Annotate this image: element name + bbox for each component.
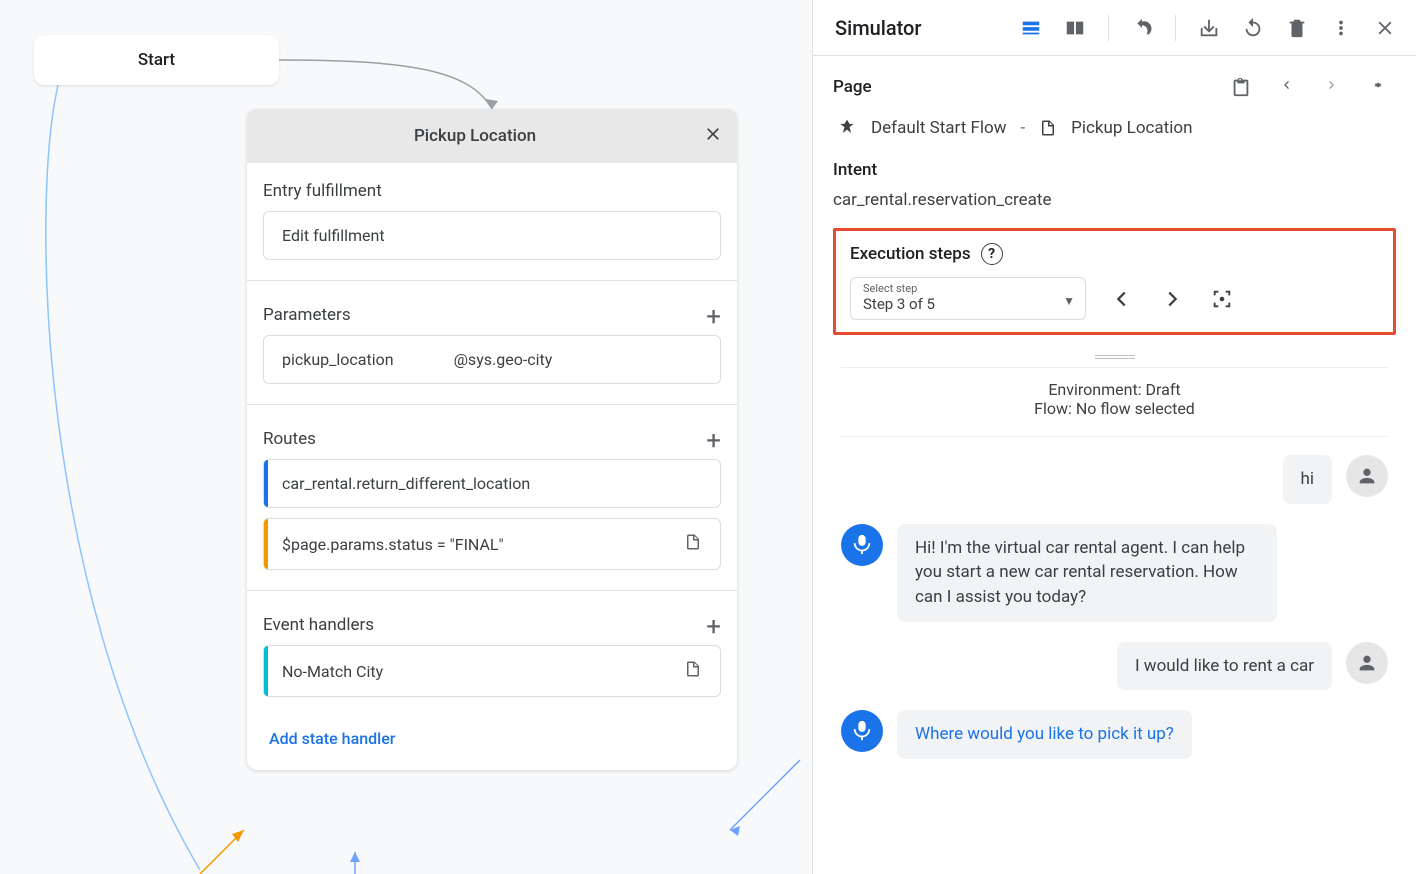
- close-simulator-icon[interactable]: [1368, 11, 1402, 45]
- page-transition-icon: [684, 660, 702, 682]
- prev-page-icon[interactable]: [1268, 73, 1304, 101]
- close-icon[interactable]: [703, 124, 723, 148]
- edit-fulfillment-label: Edit fulfillment: [282, 226, 385, 245]
- env-line-1: Environment: Draft: [841, 380, 1388, 399]
- clipboard-icon[interactable]: [1224, 70, 1258, 104]
- flow-name[interactable]: Default Start Flow: [871, 118, 1006, 138]
- save-icon[interactable]: [1192, 11, 1226, 45]
- replay-icon[interactable]: [1236, 11, 1270, 45]
- event-handlers-section: Event handlers + No-Match City: [247, 597, 737, 711]
- simulator-panel: Simulator Page Default Start Flow - Pic: [812, 0, 1416, 874]
- agent-avatar-icon: [841, 524, 883, 566]
- intent-label: Intent: [833, 156, 1396, 184]
- chevron-down-icon: ▼: [1063, 294, 1075, 308]
- page-breadcrumb: Default Start Flow - Pickup Location: [833, 108, 1396, 156]
- page-card: Pickup Location Entry fulfillment Edit f…: [247, 109, 737, 770]
- entry-fulfillment-heading: Entry fulfillment: [263, 175, 721, 211]
- step-select-value: Step 3 of 5: [863, 295, 1073, 313]
- event-handlers-heading: Event handlers: [263, 609, 374, 645]
- page-card-header: Pickup Location: [247, 109, 737, 163]
- environment-info: Environment: Draft Flow: No flow selecte…: [841, 367, 1388, 437]
- step-select-hint: Select step: [863, 282, 1073, 295]
- user-message-row: I would like to rent a car: [841, 642, 1388, 691]
- focus-icon[interactable]: [1208, 285, 1236, 313]
- route-row-2[interactable]: $page.params.status = "FINAL": [263, 518, 721, 570]
- user-message-row: hi: [841, 455, 1388, 504]
- view-conversation-icon[interactable]: [1014, 11, 1048, 45]
- prev-step-icon[interactable]: [1108, 285, 1136, 313]
- add-event-handler-icon[interactable]: +: [706, 614, 721, 640]
- chat-log: hi Hi! I'm the virtual car rental agent.…: [833, 455, 1396, 759]
- add-state-handler-button[interactable]: Add state handler: [247, 711, 417, 770]
- step-select[interactable]: Select step Step 3 of 5 ▼: [850, 277, 1086, 320]
- event-stripe: [264, 646, 268, 696]
- start-node-label: Start: [138, 50, 175, 70]
- parameters-heading: Parameters: [263, 299, 351, 335]
- page-name[interactable]: Pickup Location: [1071, 118, 1192, 138]
- event-handler-row[interactable]: No-Match City: [263, 645, 721, 697]
- page-title: Pickup Location: [247, 126, 703, 146]
- env-line-2: Flow: No flow selected: [841, 399, 1388, 418]
- agent-avatar-icon: [841, 710, 883, 752]
- event-handler-label: No-Match City: [282, 662, 383, 681]
- page-label: Page: [833, 77, 872, 97]
- route-2-label: $page.params.status = "FINAL": [282, 535, 504, 554]
- user-avatar-icon: [1346, 455, 1388, 497]
- delete-icon[interactable]: [1280, 11, 1314, 45]
- entry-fulfillment-section: Entry fulfillment Edit fulfillment: [247, 163, 737, 274]
- user-message-1: hi: [1283, 455, 1333, 504]
- parameters-section: Parameters + pickup_location @sys.geo-ci…: [247, 287, 737, 398]
- route-stripe-condition: [264, 519, 268, 569]
- next-step-icon[interactable]: [1158, 285, 1186, 313]
- collapse-icon[interactable]: [1360, 73, 1396, 101]
- start-node[interactable]: Start: [34, 35, 279, 85]
- add-parameter-icon[interactable]: +: [706, 304, 721, 330]
- route-1-label: car_rental.return_different_location: [282, 474, 530, 493]
- execution-steps-highlight: Execution steps ? Select step Step 3 of …: [833, 228, 1396, 335]
- undo-icon[interactable]: [1125, 11, 1159, 45]
- next-page-icon[interactable]: [1314, 73, 1350, 101]
- edit-fulfillment-button[interactable]: Edit fulfillment: [263, 211, 721, 260]
- more-icon[interactable]: [1324, 11, 1358, 45]
- flow-canvas[interactable]: Start Pickup Location Entry fulfillment …: [0, 0, 810, 874]
- parameter-entity: @sys.geo-city: [454, 350, 553, 369]
- routes-heading: Routes: [263, 423, 316, 459]
- simulator-title: Simulator: [835, 16, 1004, 40]
- routes-section: Routes + car_rental.return_different_loc…: [247, 411, 737, 584]
- agent-message-1: Hi! I'm the virtual car rental agent. I …: [897, 524, 1277, 622]
- simulator-toolbar: Simulator: [813, 0, 1416, 56]
- intent-value: car_rental.reservation_create: [833, 184, 1396, 228]
- drag-handle[interactable]: [1095, 355, 1135, 359]
- user-avatar-icon: [1346, 642, 1388, 684]
- agent-message-row: Hi! I'm the virtual car rental agent. I …: [841, 524, 1388, 622]
- user-message-2: I would like to rent a car: [1117, 642, 1332, 691]
- view-side-by-side-icon[interactable]: [1058, 11, 1092, 45]
- breadcrumb-sep: -: [1020, 118, 1025, 138]
- route-stripe-intent: [264, 460, 268, 507]
- help-icon[interactable]: ?: [981, 243, 1003, 265]
- add-route-icon[interactable]: +: [706, 428, 721, 454]
- parameter-row[interactable]: pickup_location @sys.geo-city: [263, 335, 721, 384]
- route-row-1[interactable]: car_rental.return_different_location: [263, 459, 721, 508]
- execution-steps-heading: Execution steps: [850, 244, 971, 264]
- agent-message-row: Where would you like to pick it up?: [841, 710, 1388, 759]
- parameter-name: pickup_location: [282, 350, 394, 369]
- agent-message-2: Where would you like to pick it up?: [897, 710, 1192, 759]
- page-transition-icon: [684, 533, 702, 555]
